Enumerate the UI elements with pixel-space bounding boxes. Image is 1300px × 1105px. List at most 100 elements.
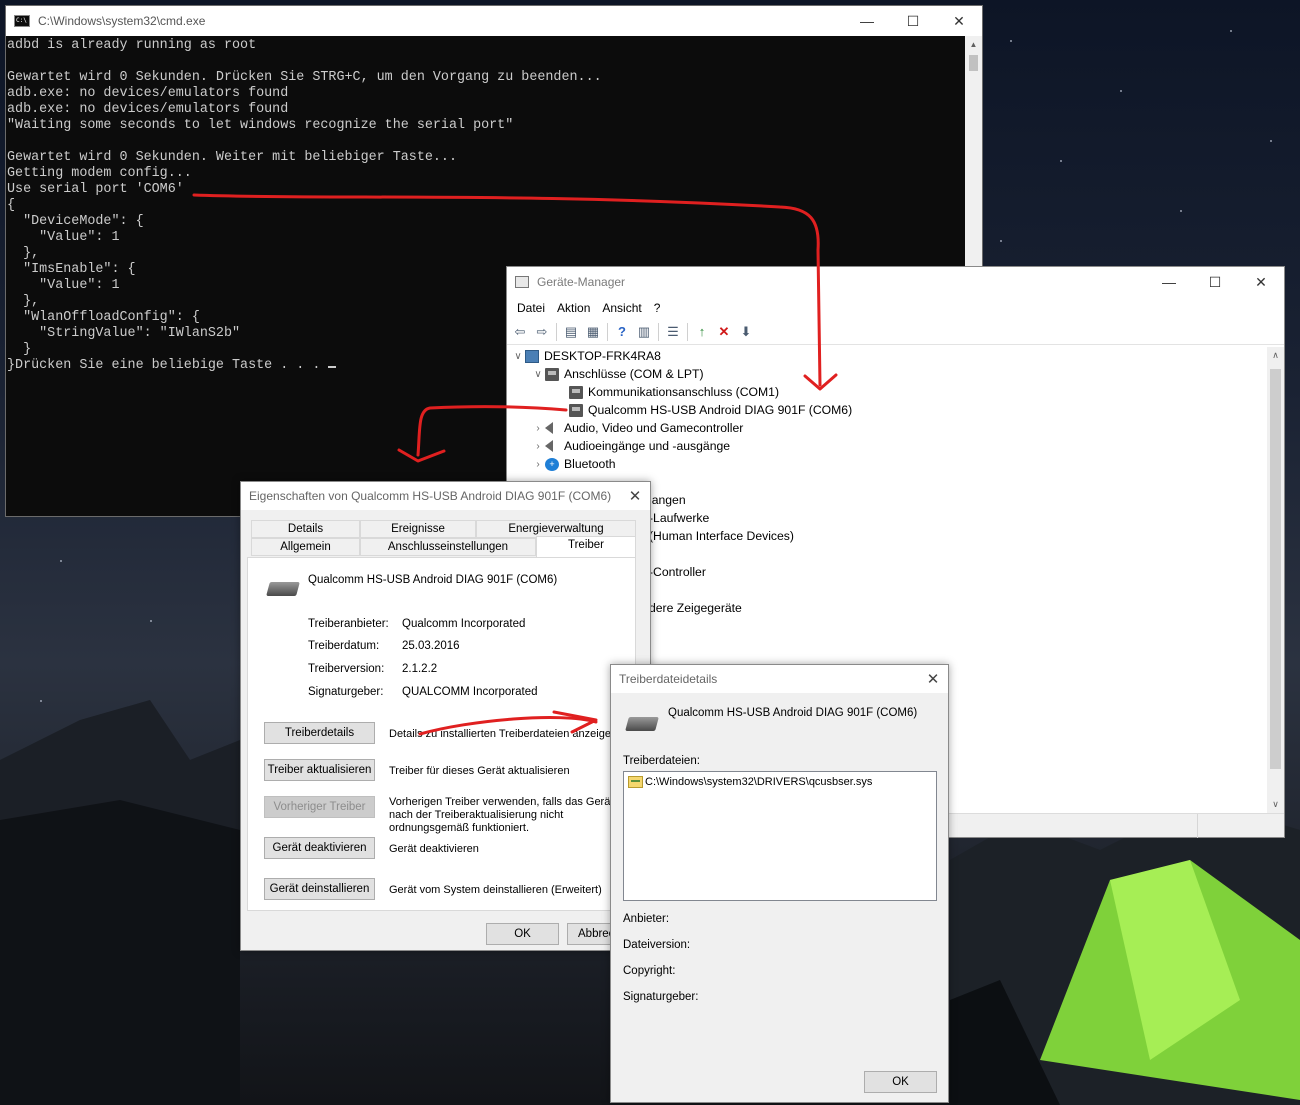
scroll-up-icon[interactable]: ∧: [1267, 347, 1284, 364]
port-icon: [569, 385, 583, 399]
console-line: "DeviceMode": {: [7, 214, 144, 229]
tree-item-audio-video[interactable]: › Audio, Video und Gamecontroller: [507, 419, 1267, 437]
port-icon: [545, 367, 559, 381]
tab-details[interactable]: Details: [251, 520, 360, 538]
tree-item-label: Qualcomm HS-USB Android DIAG 901F (COM6): [588, 403, 853, 417]
help-icon[interactable]: ?: [611, 322, 633, 342]
tab-driver[interactable]: Treiber: [536, 536, 636, 557]
action-pane-icon[interactable]: ▥: [633, 322, 655, 342]
tree-item-com6[interactable]: Qualcomm HS-USB Android DIAG 901F (COM6): [507, 401, 1267, 419]
menu-file[interactable]: Datei: [511, 301, 551, 315]
provider-label: Treiberanbieter:: [308, 618, 389, 630]
update-driver-icon[interactable]: ↑: [691, 322, 713, 342]
driver-files-list[interactable]: C:\Windows\system32\DRIVERS\qcusbser.sys: [623, 771, 937, 901]
disable-device-button[interactable]: Gerät deaktivieren: [264, 837, 375, 859]
driver-files-label: Treiberdateien:: [623, 755, 700, 767]
computer-icon: [525, 349, 539, 363]
tree-item-label: -Controller: [649, 565, 706, 579]
bluetooth-icon: +: [545, 457, 559, 471]
close-icon[interactable]: ✕: [936, 6, 982, 36]
copyright-label: Copyright:: [623, 965, 676, 977]
details-ok-button[interactable]: OK: [864, 1071, 937, 1093]
uninstall-device-button[interactable]: Gerät deinstallieren: [264, 878, 375, 900]
version-value: 2.1.2.2: [402, 663, 438, 675]
menu-action[interactable]: Aktion: [551, 301, 596, 315]
update-driver-button[interactable]: Treiber aktualisieren: [264, 759, 375, 781]
properties-dialog: Eigenschaften von Qualcomm HS-USB Androi…: [240, 481, 651, 951]
forward-arrow-icon[interactable]: ⇨: [531, 322, 553, 342]
menu-help[interactable]: ?: [648, 301, 667, 315]
tree-item-bluetooth[interactable]: › + Bluetooth: [507, 455, 1267, 473]
details-titlebar[interactable]: Treiberdateidetails ✕: [611, 665, 948, 693]
close-icon[interactable]: ✕: [620, 487, 650, 505]
devmgr-title: Geräte-Manager: [537, 275, 626, 289]
tree-item-audio-io[interactable]: › Audioeingänge und -ausgänge: [507, 437, 1267, 455]
signer-label: Signaturgeber:: [623, 991, 699, 1003]
properties-titlebar[interactable]: Eigenschaften von Qualcomm HS-USB Androi…: [241, 482, 650, 510]
cmd-titlebar[interactable]: C:\Windows\system32\cmd.exe — ☐ ✕: [6, 6, 982, 36]
ok-button[interactable]: OK: [486, 923, 559, 945]
scan-hardware-icon[interactable]: ☰: [662, 322, 684, 342]
chevron-down-icon[interactable]: ∨: [531, 369, 545, 380]
console-line: }Drücken Sie eine beliebige Taste . . .: [7, 358, 329, 373]
chevron-down-icon[interactable]: ∨: [511, 351, 525, 362]
scrollbar-thumb[interactable]: [969, 55, 978, 71]
back-arrow-icon[interactable]: ⇦: [509, 322, 531, 342]
tree-item-label: Anschlüsse (COM & LPT): [564, 367, 704, 381]
tree-item-label: dere Zeigegeräte: [649, 601, 742, 615]
menu-view[interactable]: Ansicht: [596, 301, 647, 315]
rollback-driver-button[interactable]: Vorheriger Treiber: [264, 796, 375, 818]
update-driver-description: Treiber für dieses Gerät aktualisieren: [389, 765, 570, 777]
close-icon[interactable]: ✕: [1238, 267, 1284, 297]
scrollbar-thumb[interactable]: [1270, 369, 1281, 769]
uninstall-device-icon[interactable]: ✕: [713, 322, 735, 342]
device-manager-icon: [515, 276, 529, 288]
port-icon: [569, 403, 583, 417]
scroll-up-icon[interactable]: ▲: [965, 36, 982, 53]
console-line: "Waiting some seconds to let windows rec…: [7, 118, 514, 133]
tree-item-com1[interactable]: Kommunikationsanschluss (COM1): [507, 383, 1267, 401]
toolbar-separator: [556, 322, 557, 341]
list-item[interactable]: C:\Windows\system32\DRIVERS\qcusbser.sys: [628, 776, 872, 788]
properties-icon[interactable]: ▦: [582, 322, 604, 342]
console-line: adbd is already running as root: [7, 38, 257, 53]
chevron-right-icon[interactable]: ›: [531, 441, 545, 452]
driver-file-icon: [628, 776, 643, 788]
tree-item-ports[interactable]: ∨ Anschlüsse (COM & LPT): [507, 365, 1267, 383]
close-icon[interactable]: ✕: [918, 670, 948, 688]
minimize-icon[interactable]: —: [844, 6, 890, 36]
maximize-icon[interactable]: ☐: [1192, 267, 1238, 297]
console-line: Getting modem config...: [7, 166, 192, 181]
text-cursor: [328, 366, 337, 368]
console-line: ​: [7, 134, 968, 150]
toolbar: ⇦ ⇨ ▤ ▦ ? ▥ ☰ ↑ ✕ ⬇: [507, 319, 1284, 345]
maximize-icon[interactable]: ☐: [890, 6, 936, 36]
version-label: Treiberversion:: [308, 663, 385, 675]
devmgr-scrollbar[interactable]: ∧ ∨: [1267, 347, 1284, 813]
signer-value: QUALCOMM Incorporated: [402, 686, 538, 698]
dialog-title: Treiberdateidetails: [619, 672, 718, 686]
file-version-label: Dateiversion:: [623, 939, 691, 951]
tree-item-label: DESKTOP-FRK4RA8: [544, 349, 661, 363]
date-value: 25.03.2016: [402, 640, 460, 652]
tab-events[interactable]: Ereignisse: [360, 520, 476, 538]
scroll-down-icon[interactable]: ∨: [1267, 796, 1284, 813]
tab-general[interactable]: Allgemein: [251, 538, 360, 556]
cmd-app-icon: [14, 15, 30, 27]
chevron-right-icon[interactable]: ›: [531, 423, 545, 434]
console-line: Use serial port 'COM6': [7, 182, 184, 197]
show-hide-tree-icon[interactable]: ▤: [560, 322, 582, 342]
minimize-icon[interactable]: —: [1146, 267, 1192, 297]
cmd-title: C:\Windows\system32\cmd.exe: [38, 14, 206, 28]
tree-item-label: Audio, Video und Gamecontroller: [564, 421, 744, 435]
download-icon[interactable]: ⬇: [735, 322, 757, 342]
chevron-right-icon[interactable]: ›: [531, 459, 545, 470]
driver-tab-panel: Qualcomm HS-USB Android DIAG 901F (COM6)…: [247, 557, 636, 911]
tab-port-settings[interactable]: Anschlusseinstellungen: [360, 538, 536, 556]
signer-label: Signaturgeber:: [308, 686, 384, 698]
driver-details-button[interactable]: Treiberdetails: [264, 722, 375, 744]
tree-item-root[interactable]: ∨ DESKTOP-FRK4RA8: [507, 347, 1267, 365]
console-line: "Value": 1: [7, 230, 120, 245]
devmgr-titlebar[interactable]: Geräte-Manager — ☐ ✕: [507, 267, 1284, 297]
date-label: Treiberdatum:: [308, 640, 380, 652]
